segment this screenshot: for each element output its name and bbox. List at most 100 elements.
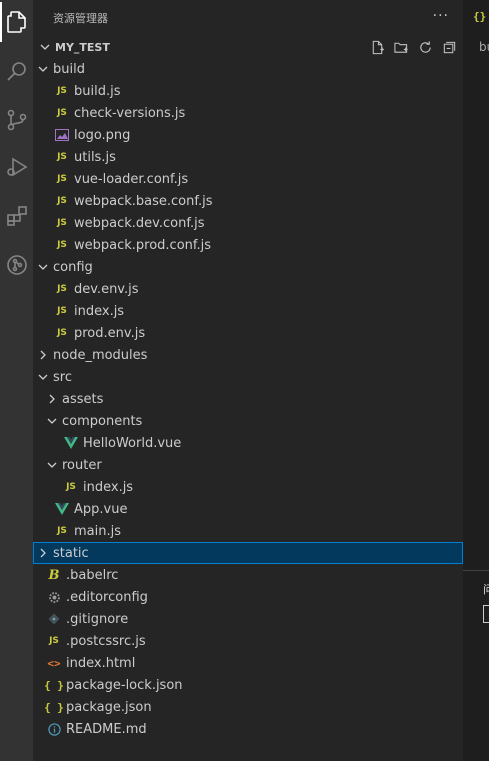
tree-folder[interactable]: node_modules [33, 344, 463, 366]
tree-file[interactable]: HelloWorld.vue [33, 432, 463, 454]
explorer-icon[interactable] [0, 2, 33, 42]
search-icon[interactable] [0, 52, 33, 92]
tree-file[interactable]: .gitignore [33, 608, 463, 630]
tree-item-label: webpack.prod.conf.js [74, 237, 212, 253]
tree-item-label: package.json [66, 699, 152, 715]
html-file-icon: <> [47, 656, 61, 670]
project-name: MY_TEST [55, 40, 110, 54]
tree-file[interactable]: JS main.js [33, 520, 463, 542]
tree-file[interactable]: JS webpack.base.conf.js [33, 190, 463, 212]
file-tree: build JS build.js JS check-versions.js logo.p… [33, 58, 463, 740]
image-file-icon [54, 127, 70, 143]
js-file-icon: JS [57, 108, 67, 118]
tree-file[interactable]: JS vue-loader.conf.js [33, 168, 463, 190]
panel-title[interactable]: 问 [483, 581, 489, 597]
tree-folder[interactable]: build [33, 58, 463, 80]
babel-file-icon: B [48, 567, 60, 583]
tree-folder[interactable]: static [33, 542, 463, 564]
tree-item-label: prod.env.js [74, 325, 146, 341]
chevron-down-icon [35, 61, 51, 77]
active-indicator [0, 2, 2, 42]
tree-item-label: static [53, 545, 89, 561]
js-file-icon: JS [66, 482, 76, 492]
extensions-icon[interactable] [0, 196, 33, 236]
project-section-header[interactable]: MY_TEST [33, 36, 463, 58]
tree-file[interactable]: { } package.json [33, 696, 463, 718]
tree-item-label: .babelrc [66, 567, 119, 583]
json-file-icon: { } [44, 678, 64, 692]
tree-file[interactable]: JS webpack.prod.conf.js [33, 234, 463, 256]
tree-file[interactable]: B .babelrc [33, 564, 463, 586]
tree-file[interactable]: JS webpack.dev.conf.js [33, 212, 463, 234]
collapse-all-icon[interactable] [441, 39, 457, 55]
source-control-icon[interactable] [0, 100, 33, 140]
activity-bar [0, 0, 33, 761]
panel-input[interactable] [483, 605, 489, 623]
new-file-icon[interactable] [369, 39, 385, 55]
js-file-icon: JS [49, 636, 59, 646]
js-file-icon: JS [57, 306, 67, 316]
tree-item-label: webpack.base.conf.js [74, 193, 213, 209]
tree-item-label: router [62, 457, 102, 473]
refresh-icon[interactable] [417, 39, 433, 55]
tree-file[interactable]: JS check-versions.js [33, 102, 463, 124]
tree-file[interactable]: .editorconfig [33, 586, 463, 608]
tree-folder[interactable]: config [33, 256, 463, 278]
explorer-header: 资源管理器 ··· [33, 0, 463, 36]
tree-file[interactable]: <> index.html [33, 652, 463, 674]
new-folder-icon[interactable] [393, 39, 409, 55]
tree-item-label: .editorconfig [66, 589, 148, 605]
tree-file[interactable]: JS index.js [33, 300, 463, 322]
json-file-icon: {} [473, 10, 487, 23]
tree-item-label: main.js [74, 523, 121, 539]
tree-file[interactable]: JS build.js [33, 80, 463, 102]
section-actions [369, 39, 457, 55]
tree-folder[interactable]: router [33, 454, 463, 476]
tree-item-label: check-versions.js [74, 105, 186, 121]
git-file-icon [46, 611, 62, 627]
tree-item-label: vue-loader.conf.js [74, 171, 189, 187]
tree-item-label: webpack.dev.conf.js [74, 215, 205, 231]
js-file-icon: JS [57, 86, 67, 96]
chevron-down-icon [35, 369, 51, 385]
remote-icon[interactable] [0, 245, 33, 285]
tree-item-label: index.js [74, 303, 125, 319]
tree-folder[interactable]: components [33, 410, 463, 432]
tree-file[interactable]: { } package-lock.json [33, 674, 463, 696]
run-debug-icon[interactable] [0, 147, 33, 187]
tree-item-label: config [53, 259, 93, 275]
tree-item-label: App.vue [74, 501, 128, 517]
tree-file[interactable]: JS .postcssrc.js [33, 630, 463, 652]
explorer-title: 资源管理器 [53, 12, 108, 25]
chevron-down-icon [44, 413, 60, 429]
tree-item-label: components [62, 413, 143, 429]
tree-item-label: utils.js [74, 149, 116, 165]
explorer-sidebar: 资源管理器 ··· MY_TEST build JS build.js JS check… [33, 0, 463, 761]
bottom-panel: 问 [463, 570, 489, 761]
breadcrumb[interactable]: bu [479, 40, 489, 54]
js-file-icon: JS [57, 284, 67, 294]
tree-file[interactable]: JS dev.env.js [33, 278, 463, 300]
vue-file-icon [54, 501, 70, 517]
tree-item-label: HelloWorld.vue [83, 435, 182, 451]
tree-item-label: dev.env.js [74, 281, 139, 297]
tree-item-label: index.html [66, 655, 136, 671]
gear-icon [46, 589, 62, 605]
js-file-icon: JS [57, 218, 67, 228]
info-icon [46, 721, 62, 737]
tree-folder[interactable]: src [33, 366, 463, 388]
chevron-down-icon [35, 259, 51, 275]
tree-file[interactable]: JS prod.env.js [33, 322, 463, 344]
chevron-right-icon [35, 545, 51, 561]
tree-file[interactable]: logo.png [33, 124, 463, 146]
tree-item-label: .gitignore [66, 611, 129, 627]
more-actions-icon[interactable]: ··· [433, 8, 449, 24]
tree-folder[interactable]: assets [33, 388, 463, 410]
js-file-icon: JS [57, 196, 67, 206]
tree-file[interactable]: JS index.js [33, 476, 463, 498]
tree-item-label: package-lock.json [66, 677, 183, 693]
tree-file[interactable]: JS utils.js [33, 146, 463, 168]
tree-file[interactable]: README.md [33, 718, 463, 740]
editor-tab[interactable]: {} [463, 0, 489, 35]
tree-file[interactable]: App.vue [33, 498, 463, 520]
